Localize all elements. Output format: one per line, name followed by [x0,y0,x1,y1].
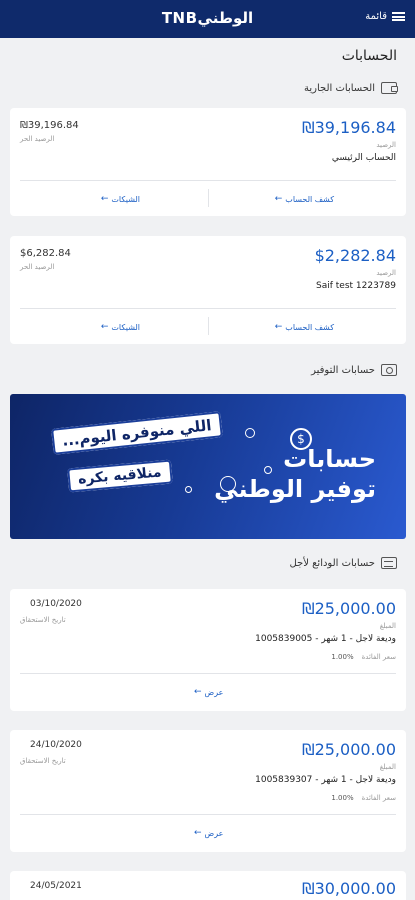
link-divider [208,317,209,335]
banner-tag: منلاقيه بكره [67,459,173,493]
section-current-accounts: الحسابات الجارية [304,82,398,94]
menu-button[interactable]: قائمة [365,11,405,22]
account-card[interactable]: ₪39,196.84 الرصيد الحساب الرئيسي ₪39,196… [10,108,406,216]
statement-link[interactable]: كشف الحساب ← [275,194,334,204]
available-label: الرصيد الحر [20,135,55,143]
arrow-left-icon: ← [194,687,202,697]
rate-value: 1.00% [331,653,354,661]
deposit-card[interactable]: ₪25,000.00 المبلغ وديعة لاجل - 1 شهر - 1… [10,589,406,711]
cheques-link-label: الشيكات [111,194,140,204]
top-bar: TNBالوطني قائمة [0,0,415,38]
amount-label: المبلغ [379,622,396,630]
card-divider [20,673,396,674]
view-link-label: عرض [204,828,224,838]
rate-label: سعر الفائدة [361,794,396,802]
decor-circle [185,486,192,493]
maturity-date: 24/05/2021 [30,881,82,891]
section-title: حسابات التوفير [311,364,375,376]
statement-link-label: كشف الحساب [285,322,334,332]
cheques-link[interactable]: الشيكات ← [101,322,140,332]
banner-title-line: حسابات [283,445,376,473]
view-link[interactable]: عرض ← [194,828,223,838]
section-title: الحسابات الجارية [304,82,375,94]
view-link-label: عرض [204,687,224,697]
available-balance: ₪39,196.84 [20,120,79,131]
account-name: Saif test 1223789 [316,281,396,291]
deposit-amount: ₪30,000.00 [302,879,396,898]
cash-icon [381,364,397,376]
balance-label: الرصيد [376,141,396,149]
maturity-date: 03/10/2020 [30,599,82,609]
card-divider [20,814,396,815]
available-balance: $6,282.84 [20,248,71,259]
deposit-card[interactable]: ₪30,000.00 24/05/2021 [10,871,406,900]
maturity-date: 24/10/2020 [30,740,82,750]
deposit-icon [381,557,397,569]
app-logo: TNBالوطني [161,9,254,27]
arrow-left-icon: ← [194,828,202,838]
cheques-link[interactable]: الشيكات ← [101,194,140,204]
interest-rate: سعر الفائدة 1.00% [331,653,396,661]
arrow-left-icon: ← [100,194,109,204]
cheques-link-label: الشيكات [111,322,140,332]
deposit-name: وديعة لاجل - 1 شهر - 1005839005 [255,634,396,644]
arrow-left-icon: ← [274,322,283,332]
rate-label: سعر الفائدة [361,653,396,661]
arrow-left-icon: ← [100,322,109,332]
deposit-amount: ₪25,000.00 [302,599,396,618]
savings-promo-banner[interactable]: اللي منوفره اليوم... منلاقيه بكره $ حساب… [10,394,406,539]
arrow-left-icon: ← [274,194,283,204]
balance-label: الرصيد [376,269,396,277]
card-divider [20,180,396,181]
account-card[interactable]: $2,282.84 الرصيد Saif test 1223789 $6,28… [10,236,406,344]
menu-label: قائمة [365,11,387,22]
rate-value: 1.00% [331,794,354,802]
section-term-deposits: حسابات الودائع لأجل [289,557,397,569]
maturity-label: تاريخ الاستحقاق [20,757,66,765]
wallet-icon [381,82,398,94]
deposit-name: وديعة لاجل - 1 شهر - 1005839307 [255,775,396,785]
decor-circle [245,428,255,438]
statement-link-label: كشف الحساب [285,194,334,204]
account-balance: ₪39,196.84 [302,118,396,137]
card-divider [20,308,396,309]
interest-rate: سعر الفائدة 1.00% [331,794,396,802]
available-label: الرصيد الحر [20,263,55,271]
banner-tag: اللي منوفره اليوم... [51,411,223,455]
statement-link[interactable]: كشف الحساب ← [275,322,334,332]
maturity-label: تاريخ الاستحقاق [20,616,66,624]
link-divider [208,189,209,207]
account-name: الحساب الرئيسي [331,153,396,163]
account-balance: $2,282.84 [314,246,396,265]
page-title: الحسابات [341,48,397,64]
amount-label: المبلغ [379,763,396,771]
deposit-card[interactable]: ₪25,000.00 المبلغ وديعة لاجل - 1 شهر - 1… [10,730,406,852]
banner-title: حسابات توفير الوطني [214,444,376,504]
view-link[interactable]: عرض ← [194,687,223,697]
section-title: حسابات الودائع لأجل [289,557,375,569]
deposit-amount: ₪25,000.00 [302,740,396,759]
banner-title-line: توفير الوطني [214,475,376,503]
hamburger-icon [392,12,405,21]
section-savings-accounts: حسابات التوفير [311,364,397,376]
